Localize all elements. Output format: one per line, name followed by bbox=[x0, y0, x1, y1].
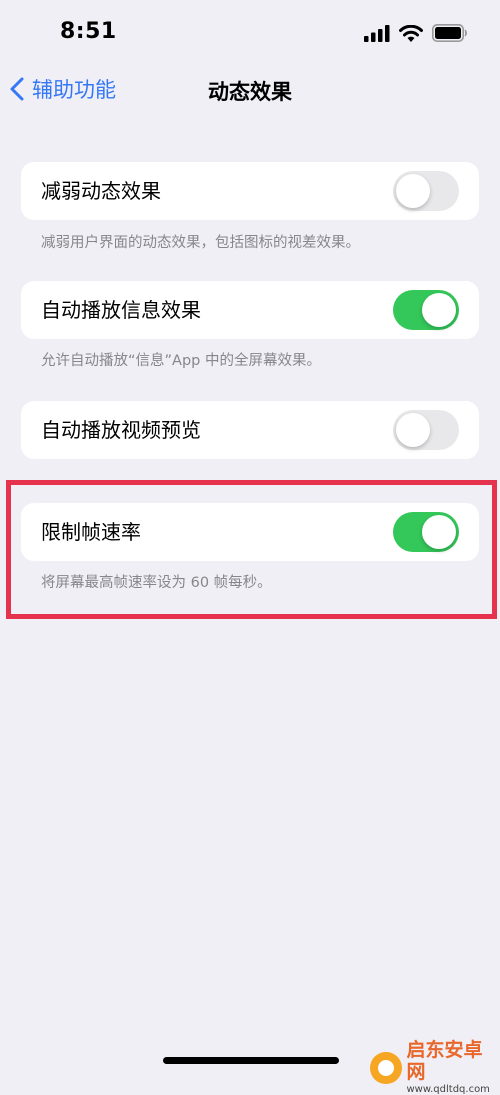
wifi-icon bbox=[399, 25, 423, 42]
setting-label: 减弱动态效果 bbox=[41, 162, 161, 220]
nav-bar: 辅助功能 动态效果 bbox=[0, 64, 500, 114]
status-bar: 8:51 bbox=[0, 0, 500, 64]
auto-play-video-previews-toggle[interactable] bbox=[393, 410, 459, 450]
cellular-signal-icon bbox=[364, 25, 390, 42]
status-time: 8:51 bbox=[60, 19, 117, 44]
battery-icon bbox=[432, 24, 468, 42]
reduce-motion-toggle[interactable] bbox=[393, 171, 459, 211]
highlight-annotation-box bbox=[6, 480, 497, 619]
watermark-url: www.qdltdq.com bbox=[407, 1084, 500, 1095]
watermark: 启东安卓网 www.qdltdq.com bbox=[370, 1040, 500, 1095]
status-icons bbox=[364, 24, 468, 42]
home-indicator bbox=[163, 1057, 339, 1064]
setting-label: 自动播放视频预览 bbox=[41, 401, 201, 459]
watermark-name: 启东安卓网 bbox=[407, 1040, 500, 1084]
setting-row-auto-play-video-previews: 自动播放视频预览 bbox=[21, 401, 479, 459]
setting-label: 自动播放信息效果 bbox=[41, 281, 201, 339]
setting-row-auto-play-message-effects: 自动播放信息效果 bbox=[21, 281, 479, 339]
setting-footnote: 减弱用户界面的动态效果，包括图标的视差效果。 bbox=[41, 231, 360, 252]
page-title: 动态效果 bbox=[0, 76, 500, 106]
auto-play-message-effects-toggle[interactable] bbox=[393, 290, 459, 330]
setting-row-reduce-motion: 减弱动态效果 bbox=[21, 162, 479, 220]
setting-footnote: 允许自动播放“信息”App 中的全屏幕效果。 bbox=[41, 349, 321, 370]
toggle-knob bbox=[422, 293, 456, 327]
watermark-logo-icon bbox=[370, 1052, 402, 1084]
toggle-knob bbox=[396, 174, 430, 208]
toggle-knob bbox=[396, 413, 430, 447]
